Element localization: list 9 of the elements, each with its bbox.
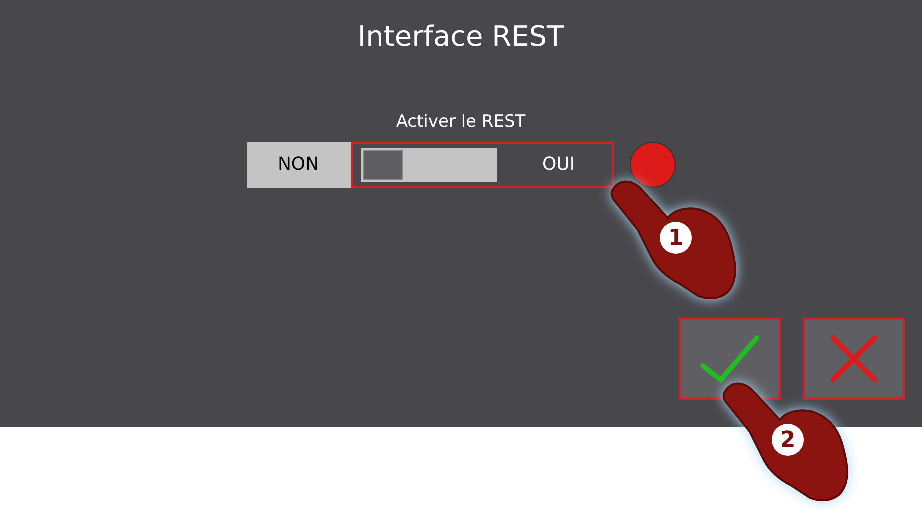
check-icon [699, 334, 761, 384]
setting-label: Activer le REST [396, 111, 526, 134]
toggle-thumb[interactable] [362, 150, 402, 180]
close-icon [829, 334, 879, 384]
on-option[interactable]: OUI [542, 151, 576, 178]
off-option[interactable]: NON [246, 142, 350, 188]
confirm-button[interactable] [679, 318, 781, 400]
screen-title: Interface REST [358, 19, 564, 55]
toggle-track[interactable] [360, 148, 496, 182]
